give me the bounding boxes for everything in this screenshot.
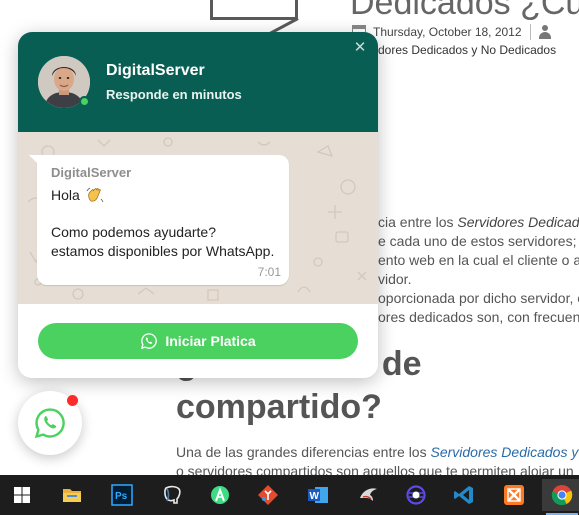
taskbar-eclipse[interactable] [396,479,436,511]
contact-name: DigitalServer [106,62,205,79]
message-time: 7:01 [257,265,281,279]
message-greeting: Hola [51,187,80,203]
message-sender: DigitalServer [51,165,132,180]
start-chat-button[interactable]: Iniciar Platica [38,323,358,359]
contact-status: Responde en minutos [106,87,242,102]
git-diamond-icon [258,485,278,505]
paragraph-line: e cada uno de estos servidores; c [378,233,579,249]
servidores-link[interactable]: Servidores Dedicado [457,214,579,230]
svg-text:Ps: Ps [115,491,128,502]
whatsapp-chat-widget: DigitalServer Responde en minutos ✕ Digi… [18,32,378,378]
paragraph-line: oporcionada por dicho servidor, e [378,290,579,306]
meta-divider [529,24,531,40]
paragraph-line: vidor. [378,271,412,287]
taskbar-xampp[interactable] [494,479,534,511]
article-thumbnail-icon [210,0,298,20]
folder-icon [63,489,81,502]
taskbar-file-explorer[interactable] [52,479,92,511]
paragraph-line: ores dedicados son, con frecuen [378,309,579,325]
author-icon [538,25,551,39]
chat-message-bubble: DigitalServer Hola Como podemos ayudarte… [29,155,289,285]
start-chat-label: Iniciar Platica [165,333,256,349]
android-studio-icon [211,486,229,504]
chat-body: DigitalServer Hola Como podemos ayudarte… [18,132,378,304]
xampp-icon [504,485,524,505]
waving-hand-icon [86,187,104,203]
eclipse-icon [406,485,426,505]
windows-logo-icon [14,487,30,503]
message-line: Como podemos ayudarte? [51,224,216,240]
servidores-dedicados-link[interactable]: Servidores Dedicados y N [430,444,579,460]
elephant-icon [164,485,181,504]
chat-header: DigitalServer Responde en minutos ✕ [18,32,378,132]
chrome-icon [551,485,573,506]
chat-footer: Iniciar Platica [18,304,378,378]
article-date: Thursday, October 18, 2012 [373,25,522,39]
svg-text:W: W [310,491,320,502]
taskbar-mysql-workbench[interactable] [348,479,388,511]
dolphin-icon [360,488,377,501]
close-icon[interactable]: ✕ [352,40,368,56]
whatsapp-launcher-button[interactable] [18,391,82,455]
paragraph-line: ento web en la cual el cliente o al [378,252,579,268]
taskbar-windows-start[interactable] [2,479,42,511]
article-meta: Thursday, October 18, 2012 [352,22,557,42]
vscode-icon [454,486,473,504]
taskbar-word[interactable]: W [298,479,338,511]
message-line: estamos disponibles por WhatsApp. [51,243,275,259]
paragraph-line: o servidores compartidos son aquellos qu… [176,463,574,475]
taskbar-photoshop[interactable]: Ps [102,479,142,511]
windows-taskbar: Ps W [0,475,579,515]
online-status-dot [79,96,90,107]
article-title: Dedicados ¿Cuál [350,0,579,22]
taskbar-chrome[interactable] [542,479,579,515]
taskbar-sourcetree[interactable] [248,479,288,511]
taskbar-android-studio[interactable] [200,479,240,511]
article-category-link[interactable]: dores Dedicados y No Dedicados [378,43,556,57]
taskbar-postgresql[interactable] [152,479,192,511]
taskbar-vscode[interactable] [444,479,484,511]
message-greeting-line: Hola [51,187,104,203]
whatsapp-icon [34,408,65,439]
section-heading-line2: compartido? [176,388,382,426]
notification-dot [67,395,78,406]
word-icon: W [308,487,328,503]
paragraph-line: Una de las grandes diferencias entre los… [176,444,579,460]
photoshop-icon: Ps [111,484,133,506]
whatsapp-icon [141,333,158,350]
paragraph-line: cia entre los Servidores Dedicado [378,214,579,230]
